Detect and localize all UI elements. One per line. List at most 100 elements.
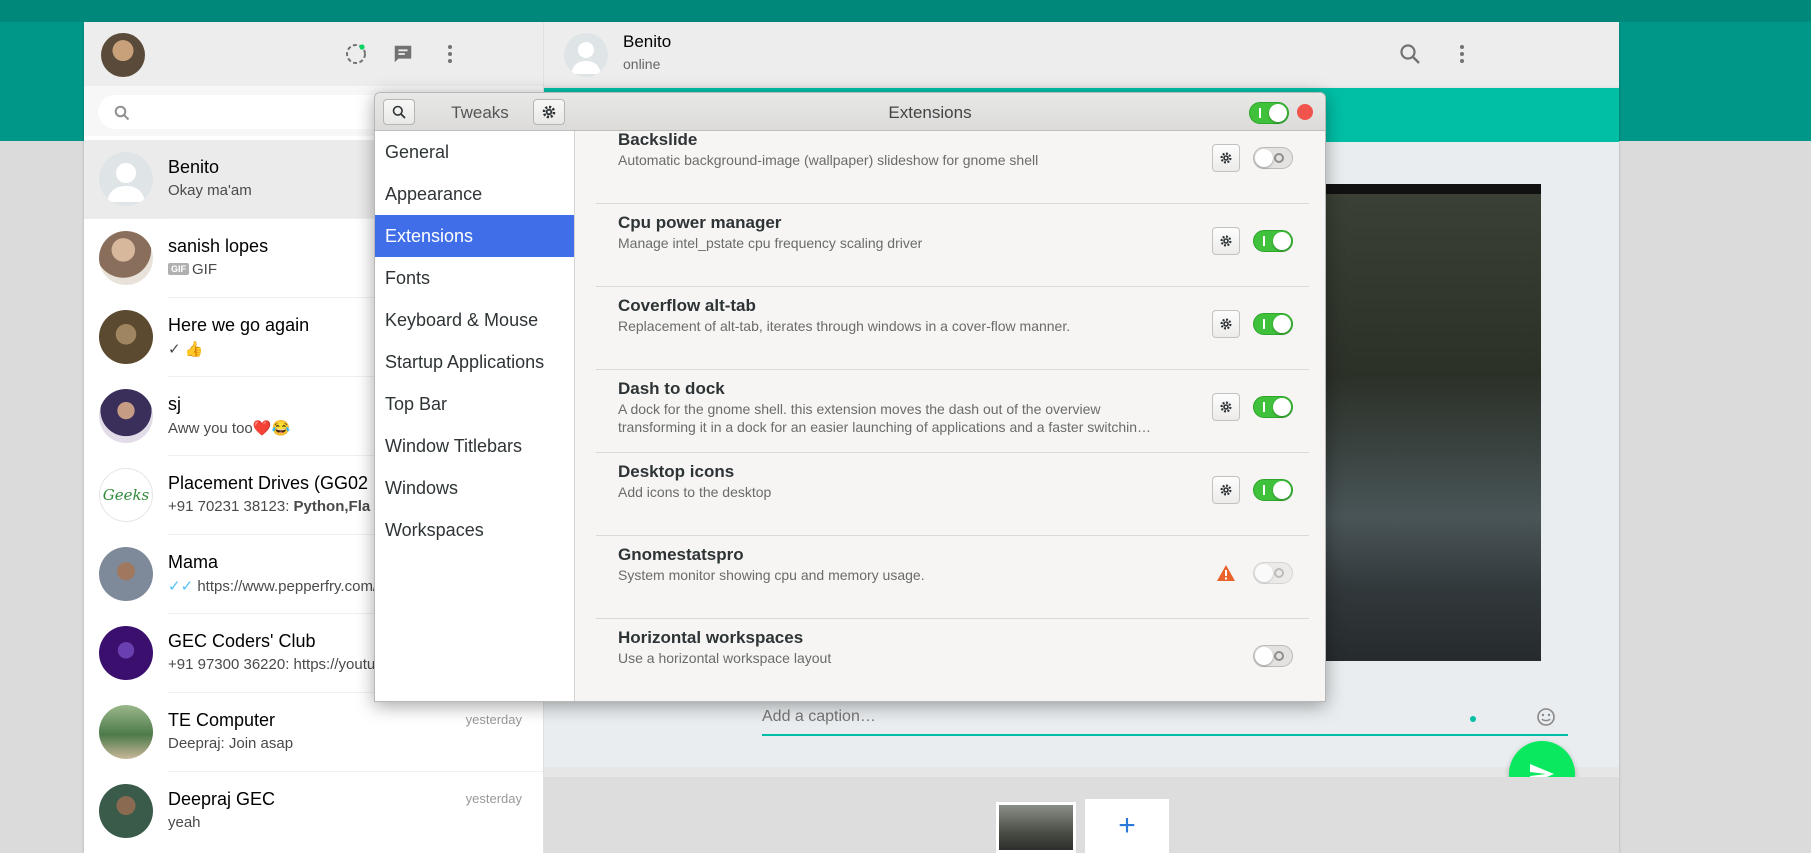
extension-name: Dash to dock (618, 379, 725, 398)
my-avatar[interactable] (101, 33, 145, 77)
chat-last-message: +91 97300 36220: https://youtu (168, 656, 376, 673)
extension-toggle[interactable] (1253, 313, 1293, 335)
gear-icon (1220, 318, 1232, 330)
tweaks-window: Tweaks Extensions General Appearance Ext… (374, 92, 1326, 702)
toggle-knob (1273, 315, 1291, 333)
toggle-knob (1255, 647, 1273, 665)
extension-settings-button[interactable] (1212, 476, 1240, 504)
toggle-off-mark (1274, 568, 1284, 578)
extension-toggle[interactable] (1253, 396, 1293, 418)
page-title: Extensions (888, 103, 972, 122)
sidebar-item-extensions[interactable]: Extensions (375, 215, 574, 257)
extension-row-coverflow-alt-tab: Coverflow alt-tab Replacement of alt-tab… (596, 287, 1309, 370)
extension-row-cpu-power-manager: Cpu power manager Manage intel_pstate cp… (596, 204, 1309, 287)
app-title: Tweaks (451, 103, 509, 122)
menu-icon[interactable] (436, 40, 464, 68)
message-sender: +91 70231 38123: (168, 498, 294, 515)
extension-toggle[interactable] (1253, 479, 1293, 501)
chat-name: sj (168, 394, 181, 414)
extension-toggle[interactable] (1253, 645, 1293, 667)
sidebar-item-startup-applications[interactable]: Startup Applications (375, 341, 574, 383)
toggle-knob (1273, 232, 1291, 250)
search-button[interactable] (383, 99, 415, 125)
chat-name: sanish lopes (168, 236, 269, 256)
chat-last-message: yeah (168, 814, 201, 831)
extension-description: Replacement of alt-tab, iterates through… (618, 318, 1071, 334)
contact-avatar[interactable] (564, 33, 608, 77)
chat-item-deepraj-gec[interactable]: Deepraj GEC yesterday yeah (84, 772, 543, 851)
extension-settings-button[interactable] (1212, 393, 1240, 421)
extension-settings-button[interactable] (1212, 144, 1240, 172)
extension-row-gnomestatspro: Gnomestatspro System monitor showing cpu… (596, 536, 1309, 619)
sidebar-item-appearance[interactable]: Appearance (375, 173, 574, 215)
sidebar-item-general[interactable]: General (375, 131, 574, 173)
extension-description: Manage intel_pstate cpu frequency scalin… (618, 235, 923, 251)
extension-settings-button[interactable] (1212, 227, 1240, 255)
caption-field[interactable] (762, 702, 1568, 736)
new-chat-icon[interactable] (389, 40, 417, 68)
menu-icon[interactable] (1448, 40, 1476, 68)
extension-name: Horizontal workspaces (618, 628, 804, 647)
emoji-icon[interactable] (1536, 707, 1556, 732)
chat-name: Benito (168, 157, 220, 177)
left-header (84, 22, 543, 86)
chat-time: yesterday (465, 791, 522, 806)
gear-icon (1220, 235, 1232, 247)
media-tray: + (544, 777, 1619, 853)
warning-icon (1217, 565, 1235, 581)
extension-description: Automatic background-image (wallpaper) s… (618, 152, 1039, 168)
background-teal-top (0, 0, 1811, 22)
chat-last-message: ✓✓ https://www.pepperfry.com/ (168, 577, 377, 595)
avatar (99, 547, 153, 601)
contact-name: Benito (623, 32, 672, 51)
add-media-button[interactable]: + (1085, 799, 1169, 853)
toggle-knob (1269, 104, 1287, 122)
extension-description-line-2: transforming it in a dock for an easier … (618, 419, 1152, 435)
sidebar-item-keyboard-mouse[interactable]: Keyboard & Mouse (375, 299, 574, 341)
toggle-on-mark (1263, 485, 1265, 495)
titlebar: Tweaks Extensions (375, 93, 1325, 131)
chat-last-message: GIF GIF (168, 261, 217, 278)
media-thumbnail[interactable] (996, 802, 1076, 853)
extension-name: Coverflow alt-tab (618, 296, 756, 315)
extension-toggle[interactable] (1253, 147, 1293, 169)
chat-name: TE Computer (168, 710, 276, 730)
gif-badge-icon: GIF (168, 263, 189, 275)
caption-input[interactable] (762, 702, 1502, 732)
toggle-on-mark (1263, 319, 1265, 329)
search-icon (114, 105, 130, 121)
sidebar-item-workspaces[interactable]: Workspaces (375, 509, 574, 551)
avatar (99, 231, 153, 285)
gear-icon (1220, 152, 1232, 164)
chat-item-te-computer[interactable]: TE Computer yesterday Deepraj: Join asap (84, 693, 543, 772)
avatar: Geeks (99, 468, 153, 522)
extension-toggle[interactable] (1253, 562, 1293, 584)
extension-settings-button[interactable] (1212, 310, 1240, 338)
chat-name: Mama (168, 552, 219, 572)
toggle-knob (1255, 564, 1273, 582)
search-icon[interactable] (1396, 40, 1424, 68)
extension-name: Backslide (618, 130, 698, 149)
avatar (99, 626, 153, 680)
extensions-list: Backslide Automatic background-image (wa… (576, 130, 1325, 701)
avatar (99, 389, 153, 443)
extension-toggle[interactable] (1253, 230, 1293, 252)
sidebar-item-windows[interactable]: Windows (375, 467, 574, 509)
chat-name: Placement Drives (GG02 (168, 473, 369, 493)
toggle-off-mark (1274, 153, 1284, 163)
sidebar-item-top-bar[interactable]: Top Bar (375, 383, 574, 425)
conversation-header: Benito online (544, 22, 1619, 86)
gear-icon (1220, 401, 1232, 413)
status-icon[interactable] (342, 40, 370, 68)
extension-name: Gnomestatspro (618, 545, 744, 564)
sidebar-item-window-titlebars[interactable]: Window Titlebars (375, 425, 574, 467)
toggle-on-mark (1259, 108, 1261, 118)
chat-name: Deepraj GEC (168, 789, 276, 809)
close-button[interactable] (1297, 104, 1313, 120)
settings-button[interactable] (533, 99, 565, 125)
extensions-master-toggle[interactable] (1249, 102, 1289, 124)
sidebar-item-fonts[interactable]: Fonts (375, 257, 574, 299)
avatar (99, 152, 153, 206)
gear-icon (1220, 484, 1232, 496)
extension-description: Add icons to the desktop (618, 484, 772, 500)
